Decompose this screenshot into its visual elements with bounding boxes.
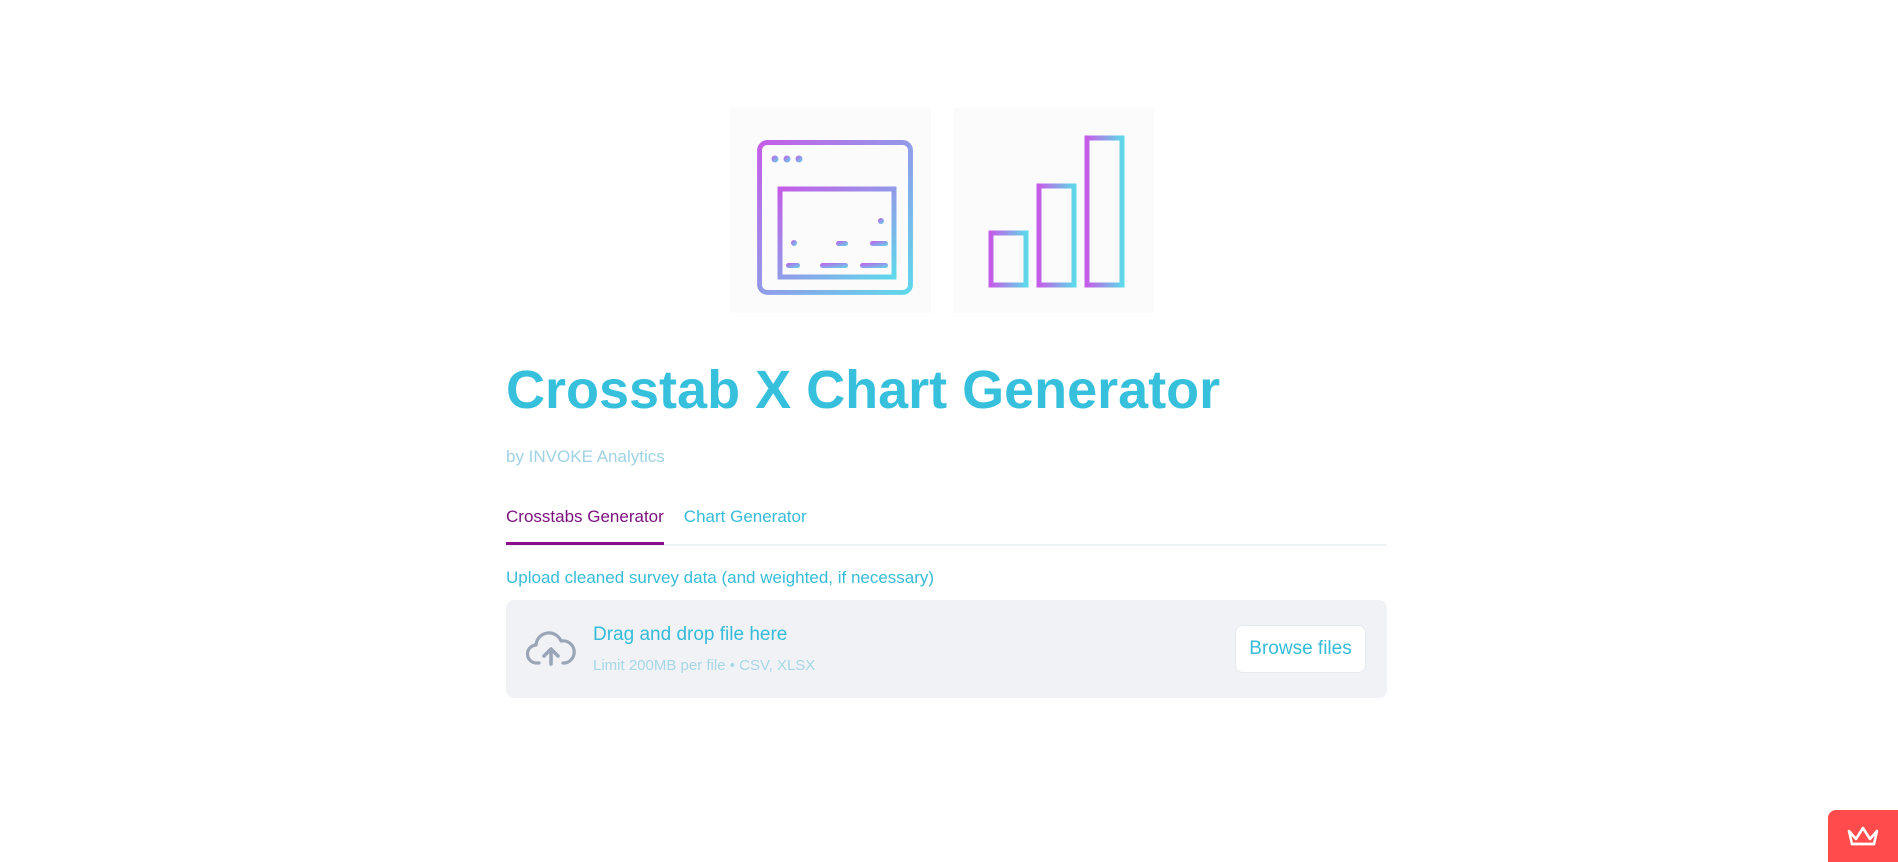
hero-images bbox=[730, 108, 1154, 313]
tab-chart-generator[interactable]: Chart Generator bbox=[684, 504, 807, 542]
upload-label: Upload cleaned survey data (and weighted… bbox=[506, 568, 935, 587]
spreadsheet-image bbox=[730, 108, 931, 313]
spreadsheet-icon bbox=[756, 139, 913, 295]
browse-files-button[interactable]: Browse files bbox=[1235, 625, 1366, 673]
dropzone-instructions: Drag and drop file here bbox=[593, 624, 788, 645]
tab-bar: Crosstabs Generator Chart Generator bbox=[506, 504, 1387, 546]
file-dropzone[interactable]: Drag and drop file here Limit 200MB per … bbox=[506, 600, 1387, 698]
streamlit-badge[interactable] bbox=[1828, 810, 1898, 862]
page-title: Crosstab X Chart Generator bbox=[506, 360, 1221, 420]
streamlit-crown-icon bbox=[1847, 826, 1879, 846]
tab-crosstabs-generator[interactable]: Crosstabs Generator bbox=[506, 504, 664, 545]
page-subtitle: by INVOKE Analytics bbox=[506, 447, 665, 466]
bar-chart-icon bbox=[976, 135, 1134, 287]
bar-chart-image bbox=[953, 108, 1154, 313]
cloud-upload-icon bbox=[526, 631, 576, 666]
app-page: Crosstab X Chart Generator by INVOKE Ana… bbox=[0, 0, 1898, 862]
dropzone-limit-text: Limit 200MB per file • CSV, XLSX bbox=[593, 657, 816, 674]
